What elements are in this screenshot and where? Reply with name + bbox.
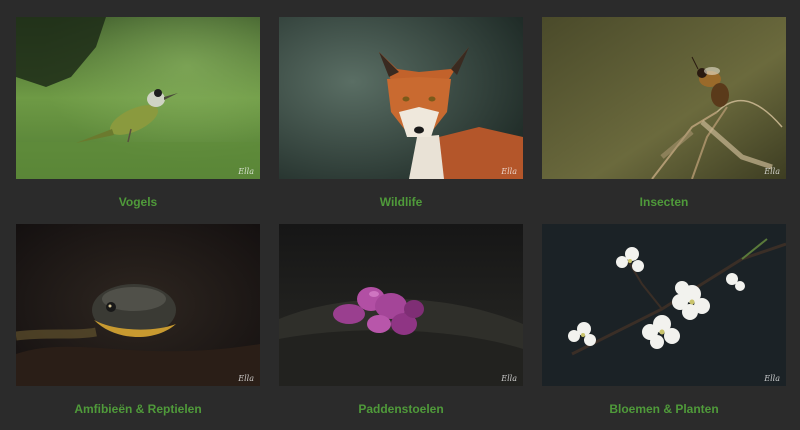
blossom-image (542, 224, 786, 386)
watermark: Ella (238, 374, 254, 383)
bloemen-planten-photo[interactable]: Ella (542, 224, 786, 386)
category-link-wildlife[interactable]: Wildlife (279, 195, 523, 209)
insecten-photo[interactable]: Ella (542, 17, 786, 179)
fox-image (279, 17, 523, 179)
category-link-bloemen-planten[interactable]: Bloemen & Planten (542, 402, 786, 416)
category-link-vogels[interactable]: Vogels (16, 195, 260, 209)
vogels-photo[interactable]: Ella (16, 17, 260, 179)
bee-image (542, 17, 786, 179)
amfibieen-reptielen-photo[interactable]: Ella (16, 224, 260, 386)
snake-image (16, 224, 260, 386)
watermark: Ella (501, 374, 517, 383)
gallery-card-vogels[interactable]: Ella Vogels (16, 17, 260, 209)
jelly-fungus-image (279, 224, 523, 386)
gallery-card-insecten[interactable]: Ella Insecten (542, 17, 786, 209)
watermark: Ella (238, 167, 254, 176)
paddenstoelen-photo[interactable]: Ella (279, 224, 523, 386)
gallery-card-paddenstoelen[interactable]: Ella Paddenstoelen (279, 224, 523, 416)
gallery-card-bloemen-planten[interactable]: Ella Bloemen & Planten (542, 224, 786, 416)
woodpecker-image (16, 17, 260, 179)
category-link-paddenstoelen[interactable]: Paddenstoelen (279, 402, 523, 416)
watermark: Ella (764, 374, 780, 383)
gallery-card-amfibieen-reptielen[interactable]: Ella Amfibieën & Reptielen (16, 224, 260, 416)
gallery-card-wildlife[interactable]: Ella Wildlife (279, 17, 523, 209)
watermark: Ella (501, 167, 517, 176)
category-link-amfibieen-reptielen[interactable]: Amfibieën & Reptielen (16, 402, 260, 416)
category-link-insecten[interactable]: Insecten (542, 195, 786, 209)
watermark: Ella (764, 167, 780, 176)
wildlife-photo[interactable]: Ella (279, 17, 523, 179)
gallery-grid: Ella Vogels Ella Wildlife Ella Insecten … (0, 0, 800, 430)
